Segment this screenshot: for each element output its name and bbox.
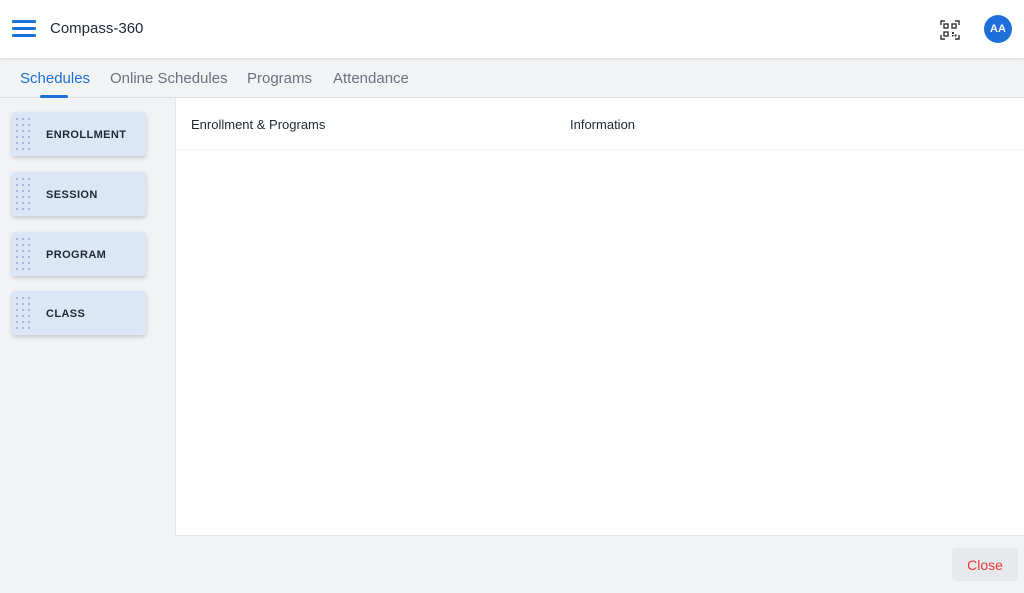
drag-handle-icon[interactable]	[14, 236, 32, 272]
sidebar-item-label: ENROLLMENT	[46, 129, 127, 141]
app-title: Compass-360	[50, 20, 144, 37]
sidebar-item-session[interactable]: SESSION	[12, 172, 146, 216]
hamburger-menu-icon[interactable]	[12, 20, 36, 38]
tab-bar: Schedules Online Schedules Programs Atte…	[0, 58, 1024, 98]
sidebar-item-label: CLASS	[46, 308, 86, 320]
sidebar-item-label: PROGRAM	[46, 249, 107, 261]
sidebar-item-class[interactable]: CLASS	[12, 291, 146, 335]
draggable-items-sidebar: ENROLLMENT SESSION PROGRAM CLASS	[0, 98, 175, 536]
tab-schedules[interactable]: Schedules	[20, 70, 90, 87]
user-avatar[interactable]: AA	[984, 15, 1012, 43]
column-header-enrollment-programs: Enrollment & Programs	[191, 117, 326, 132]
active-tab-indicator	[40, 95, 68, 98]
main-content-panel: Enrollment & Programs Information	[175, 98, 1024, 536]
qr-code-scan-icon[interactable]	[940, 20, 960, 40]
drag-handle-icon[interactable]	[14, 176, 32, 212]
table-header: Enrollment & Programs Information	[176, 98, 1024, 150]
top-app-bar: Compass-360 AA	[0, 0, 1024, 58]
sidebar-item-enrollment[interactable]: ENROLLMENT	[12, 112, 146, 156]
sidebar-item-program[interactable]: PROGRAM	[12, 232, 146, 276]
drag-handle-icon[interactable]	[14, 116, 32, 152]
drag-handle-icon[interactable]	[14, 295, 32, 331]
column-header-information: Information	[570, 117, 636, 132]
sidebar-item-label: SESSION	[46, 189, 98, 201]
close-button[interactable]: Close	[952, 548, 1018, 581]
tab-online-schedules[interactable]: Online Schedules	[110, 70, 228, 87]
tab-attendance[interactable]: Attendance	[333, 70, 409, 87]
tab-programs[interactable]: Programs	[247, 70, 312, 87]
